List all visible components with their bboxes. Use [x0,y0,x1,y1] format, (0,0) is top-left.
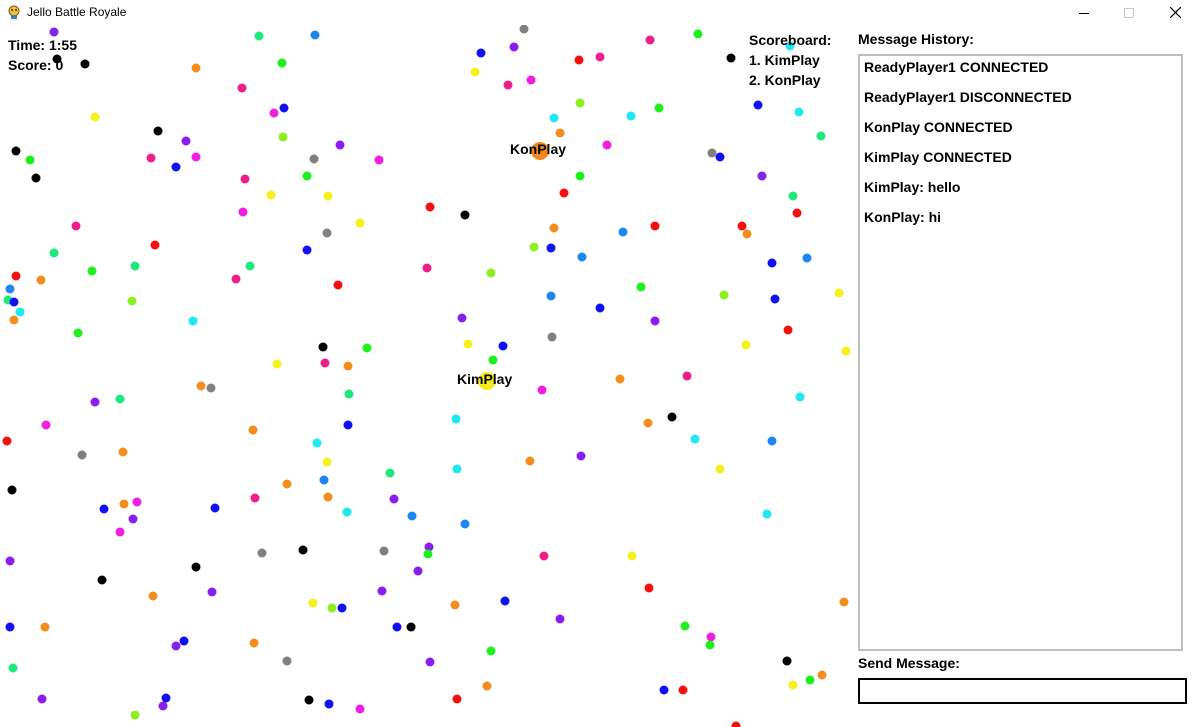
close-icon [1169,7,1181,18]
window-title: Jello Battle Royale [27,5,127,19]
send-message-input[interactable] [858,678,1187,704]
chat-message: KimPlay: hello [864,179,961,195]
send-message-label: Send Message: [858,655,960,671]
chat-panel: Message History: ReadyPlayer1 CONNECTED … [850,25,1198,727]
player-name-kimplay: KimPlay [457,371,513,387]
player-name-konplay: KonPlay [510,141,567,157]
message-history-box[interactable]: ReadyPlayer1 CONNECTED ReadyPlayer1 DISC… [858,54,1183,651]
chat-message: ReadyPlayer1 CONNECTED [864,59,1049,75]
maximize-button[interactable] [1106,0,1152,25]
game-canvas[interactable]: Time: 1:55 Score: 0 Scoreboard: 1. KimPl… [0,25,850,727]
message-history-label: Message History: [858,31,974,47]
minimize-icon [1079,12,1089,14]
players-layer [478,142,549,390]
pygame-snake-icon [8,5,20,19]
maximize-icon [1124,7,1134,18]
chat-message: KonPlay: hi [864,209,942,225]
title-bar: Jello Battle Royale [0,0,1198,25]
chat-message: ReadyPlayer1 DISCONNECTED [864,89,1072,105]
close-button[interactable] [1152,0,1198,25]
chat-message: KimPlay CONNECTED [864,149,1012,165]
minimize-button[interactable] [1061,0,1107,25]
chat-message: KonPlay CONNECTED [864,119,1013,135]
